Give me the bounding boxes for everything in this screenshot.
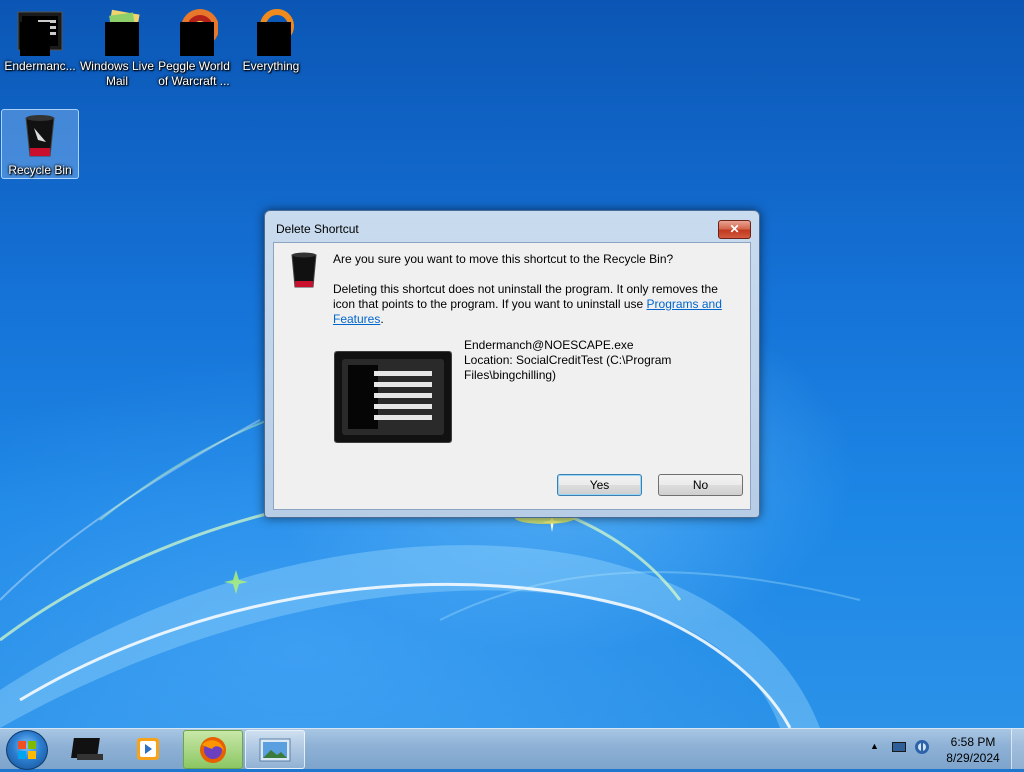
- file-location: Location: SocialCreditTest (C:\Program F…: [464, 353, 672, 382]
- yes-button[interactable]: Yes: [557, 474, 642, 496]
- taskbar-item-firefox[interactable]: [183, 730, 243, 769]
- desktop-icon-label: Everything: [242, 59, 300, 73]
- picture-viewer-icon: [259, 738, 291, 762]
- desktop-icon-label: Windows Live Mail: [79, 59, 155, 88]
- show-desktop-button[interactable]: [1011, 729, 1024, 769]
- system-clock[interactable]: 6:58 PM 8/29/2024: [936, 734, 1010, 766]
- dialog-title: Delete Shortcut: [276, 222, 359, 236]
- desktop-icon-label: Endermanc...: [4, 59, 76, 73]
- file-info: Endermanch@NOESCAPE.exe Location: Social…: [464, 338, 724, 383]
- desktop-icon-everything[interactable]: Everything: [233, 8, 309, 74]
- no-button[interactable]: No: [658, 474, 743, 496]
- endermanch-app-icon: [17, 11, 63, 56]
- start-button[interactable]: [6, 730, 48, 770]
- clock-time: 6:58 PM: [950, 735, 996, 749]
- firefox-icon: [200, 737, 226, 763]
- dialog-content: Are you sure you want to move this short…: [273, 242, 751, 510]
- network-icon[interactable]: [914, 739, 930, 755]
- everything-search-icon: [257, 9, 294, 56]
- mail-icon: [105, 9, 140, 56]
- display-icon[interactable]: [891, 739, 907, 755]
- close-button[interactable]: ✕: [718, 220, 751, 239]
- desktop-icon-peggle[interactable]: Peggle World of Warcraft ...: [156, 8, 232, 89]
- taskbar-item-app[interactable]: [60, 730, 118, 767]
- show-hidden-icons-icon[interactable]: ▲: [870, 741, 879, 751]
- desktop-icon-windows-live-mail[interactable]: Windows Live Mail: [79, 8, 155, 89]
- main-instruction: Are you sure you want to move this short…: [333, 252, 674, 266]
- clock-date: 8/29/2024: [946, 751, 1000, 765]
- taskbar: ▲ 6:58 PM 8/29/2024: [0, 728, 1024, 770]
- taskbar-item-media-player[interactable]: [120, 730, 178, 767]
- taskbar-item-picture-viewer[interactable]: [245, 730, 305, 769]
- description: Deleting this shortcut does not uninstal…: [333, 282, 733, 327]
- desktop-icon-endermanch[interactable]: Endermanc...: [2, 8, 78, 74]
- close-icon: ✕: [729, 222, 740, 236]
- media-player-icon: [137, 738, 159, 760]
- desktop-icon-label: Recycle Bin: [8, 163, 72, 177]
- delete-shortcut-dialog: Delete Shortcut ✕ Are you sure you want …: [264, 210, 760, 518]
- file-name: Endermanch@NOESCAPE.exe: [464, 338, 634, 352]
- desktop-icon-label: Peggle World of Warcraft ...: [158, 59, 230, 88]
- shortcut-file-icon: [334, 351, 452, 443]
- desktop: Endermanc... Windows Live Mail Peggle Wo…: [0, 0, 1024, 728]
- black-app-icon: [71, 738, 103, 760]
- start-orb-icon: [18, 741, 36, 759]
- recycle-bin-icon: [291, 252, 317, 288]
- peggle-icon: [180, 9, 219, 56]
- recycle-bin-icon: [25, 115, 55, 157]
- desktop-icon-recycle-bin[interactable]: Recycle Bin: [1, 109, 79, 179]
- description-suffix: .: [380, 312, 384, 326]
